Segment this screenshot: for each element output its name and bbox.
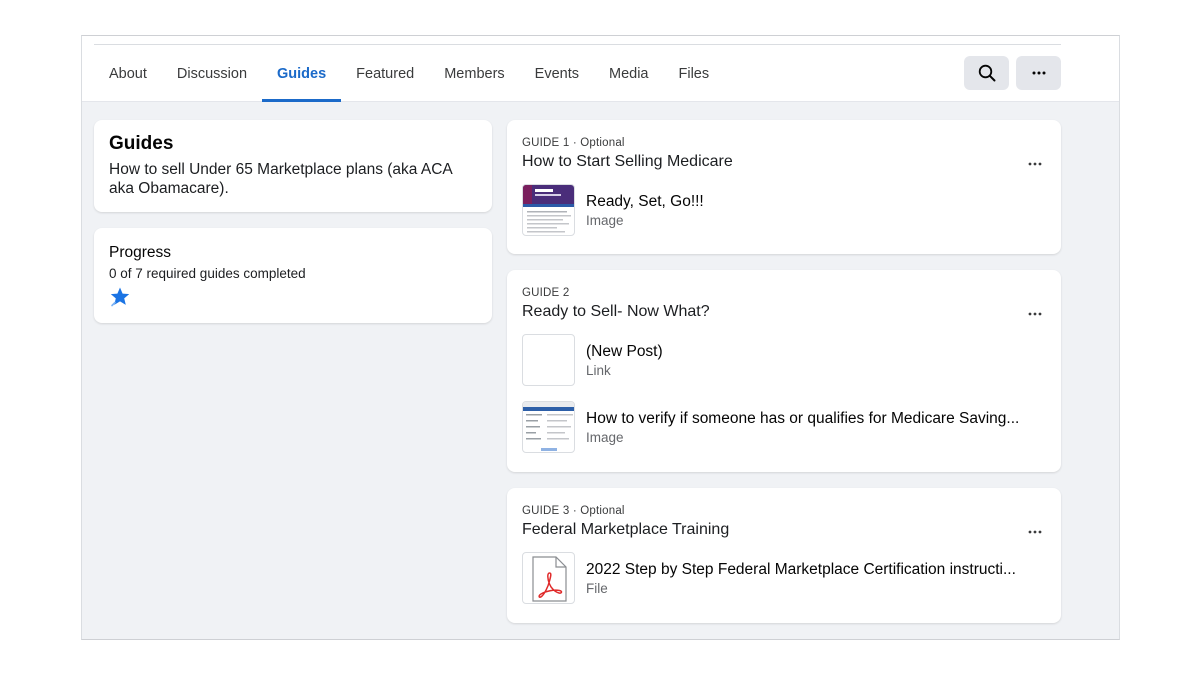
pdf-file-icon: [522, 552, 575, 604]
guide-options-button[interactable]: [1023, 154, 1047, 174]
more-horizontal-icon: [1032, 71, 1045, 75]
guide-options-button[interactable]: [1023, 522, 1047, 542]
guide-card-1: GUIDE 1 · Optional How to Start Selling …: [507, 120, 1061, 254]
guide-item-type: Image: [586, 212, 624, 228]
tab-about[interactable]: About: [94, 45, 162, 102]
guide-number: GUIDE 3: [522, 505, 570, 517]
guide-number: GUIDE 2: [522, 287, 570, 299]
progress-status: 0 of 7 required guides completed: [109, 266, 306, 281]
blank-thumbnail: [522, 334, 575, 386]
guides-heading: Guides: [109, 133, 174, 154]
guide-item-type: Image: [586, 429, 624, 445]
guide-item[interactable]: How to verify if someone has or qualifie…: [522, 401, 1046, 453]
more-horizontal-icon: [1028, 162, 1042, 166]
guide-title[interactable]: How to Start Selling Medicare: [522, 152, 1046, 172]
screenshot-thumbnail: [522, 401, 575, 453]
guide-label: GUIDE 1 · Optional: [522, 136, 1046, 150]
guide-item[interactable]: 2022 Step by Step Federal Marketplace Ce…: [522, 552, 1046, 604]
guides-about-card: Guides How to sell Under 65 Marketplace …: [94, 120, 492, 212]
guide-item-title: How to verify if someone has or qualifie…: [586, 409, 1020, 427]
more-options-button[interactable]: [1016, 56, 1061, 90]
guides-description: How to sell Under 65 Marketplace plans (…: [109, 161, 452, 197]
search-button[interactable]: [964, 56, 1009, 90]
guide-label: GUIDE 2: [522, 286, 1046, 300]
guide-item[interactable]: Ready, Set, Go!!! Image: [522, 184, 1046, 236]
guide-tag: · Optional: [569, 505, 625, 517]
guide-item-type: Link: [586, 362, 611, 378]
guide-options-button[interactable]: [1023, 304, 1047, 324]
guide-item-title: Ready, Set, Go!!!: [586, 192, 704, 210]
tab-media[interactable]: Media: [594, 45, 664, 102]
more-horizontal-icon: [1028, 530, 1042, 534]
tab-events[interactable]: Events: [520, 45, 594, 102]
tab-featured[interactable]: Featured: [341, 45, 429, 102]
document-image-thumbnail: [522, 184, 575, 236]
guide-item-title: (New Post): [586, 342, 663, 360]
star-badge-icon: [110, 287, 130, 307]
guide-number: GUIDE 1: [522, 137, 570, 149]
search-icon: [978, 64, 995, 82]
group-guides-panel: About Discussion Guides Featured Members…: [81, 35, 1120, 640]
group-nav-bar: About Discussion Guides Featured Members…: [82, 36, 1119, 102]
guide-label: GUIDE 3 · Optional: [522, 504, 1046, 518]
guide-title[interactable]: Ready to Sell- Now What?: [522, 302, 1046, 322]
more-horizontal-icon: [1028, 312, 1042, 316]
guide-card-3: GUIDE 3 · Optional Federal Marketplace T…: [507, 488, 1061, 623]
group-tabs: About Discussion Guides Featured Members…: [94, 45, 724, 102]
guide-item[interactable]: (New Post) Link: [522, 334, 1046, 386]
tab-files[interactable]: Files: [664, 45, 725, 102]
guide-title[interactable]: Federal Marketplace Training: [522, 520, 1046, 540]
tab-discussion[interactable]: Discussion: [162, 45, 262, 102]
tab-guides[interactable]: Guides: [262, 45, 342, 102]
guide-item-title: 2022 Step by Step Federal Marketplace Ce…: [586, 560, 1016, 578]
tab-members[interactable]: Members: [429, 45, 519, 102]
guide-item-type: File: [586, 580, 608, 596]
progress-card: Progress 0 of 7 required guides complete…: [94, 228, 492, 323]
guide-tag: · Optional: [569, 137, 625, 149]
progress-heading: Progress: [109, 244, 172, 261]
guide-card-2: GUIDE 2 Ready to Sell- Now What? (New Po…: [507, 270, 1061, 472]
